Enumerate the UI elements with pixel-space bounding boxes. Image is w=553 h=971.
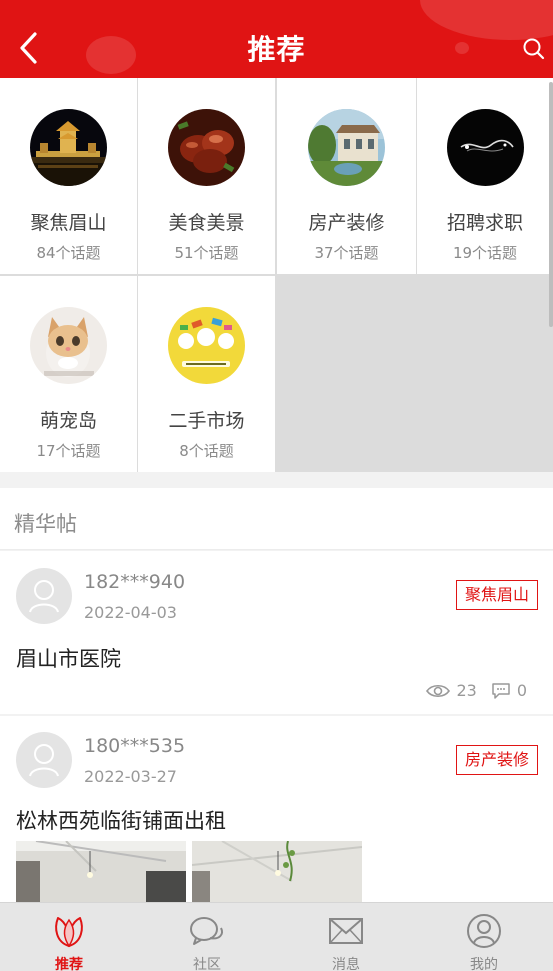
tab-label: 社区 bbox=[193, 957, 221, 971]
tab-community[interactable]: 社区 bbox=[138, 903, 276, 971]
tab-label: 消息 bbox=[332, 957, 360, 971]
search-icon bbox=[523, 38, 545, 60]
avatar bbox=[16, 568, 72, 624]
leaf-icon bbox=[55, 917, 83, 948]
category-item-mengchong-dao[interactable]: 萌宠岛 17个话题 bbox=[0, 276, 137, 472]
category-item-jujiao-meishan[interactable]: 聚焦眉山 84个话题 bbox=[0, 78, 137, 274]
post-card[interactable]: 182***940 2022-04-03 聚焦眉山 眉山市医院 23 0 bbox=[0, 551, 553, 714]
category-name: 萌宠岛 bbox=[39, 410, 97, 432]
top-bar: 推荐 bbox=[0, 0, 553, 78]
scrollbar[interactable] bbox=[549, 82, 553, 327]
envelope-icon bbox=[329, 918, 363, 944]
category-grid: 聚焦眉山 84个话题 美食美景 51个话题 房产装修 37个话题 招聘求职 19… bbox=[0, 78, 553, 472]
chat-bubbles-icon bbox=[190, 917, 223, 945]
post-title[interactable]: 松林西苑临街铺面出租 bbox=[16, 805, 226, 835]
braised-pork-photo bbox=[168, 109, 245, 186]
category-name: 美食美景 bbox=[168, 212, 245, 234]
category-name: 二手市场 bbox=[168, 410, 245, 432]
comment-icon bbox=[492, 682, 510, 699]
dark-abstract-photo bbox=[447, 109, 524, 186]
cartoon-market-illustration bbox=[168, 307, 245, 384]
search-button[interactable] bbox=[521, 36, 547, 62]
eye-icon bbox=[426, 684, 451, 697]
category-count: 37个话题 bbox=[314, 244, 379, 262]
post-username[interactable]: 182***940 bbox=[84, 571, 185, 593]
category-item-zhaopin-qiuzhi[interactable]: 招聘求职 19个话题 bbox=[417, 78, 553, 274]
tab-label: 推荐 bbox=[55, 957, 83, 971]
category-count: 84个话题 bbox=[36, 244, 101, 262]
post-category-tag[interactable]: 房产装修 bbox=[455, 745, 538, 775]
post-image[interactable] bbox=[16, 841, 186, 902]
avatar bbox=[16, 732, 72, 788]
category-item-meishi-meijing[interactable]: 美食美景 51个话题 bbox=[138, 78, 275, 274]
post-title[interactable]: 眉山市医院 bbox=[16, 643, 121, 673]
bottom-tab-bar: 推荐 社区 消息 我的 bbox=[0, 902, 553, 971]
category-item-ershou-shichang[interactable]: 二手市场 8个话题 bbox=[138, 276, 275, 472]
night-tower-photo bbox=[30, 109, 107, 186]
tab-mine[interactable]: 我的 bbox=[415, 903, 553, 971]
category-name: 招聘求职 bbox=[446, 212, 523, 234]
kitten-photo bbox=[30, 307, 107, 384]
category-count: 17个话题 bbox=[36, 442, 101, 460]
post-date: 2022-04-03 bbox=[84, 603, 177, 622]
post-date: 2022-03-27 bbox=[84, 767, 177, 786]
post-card[interactable]: 180***535 2022-03-27 房产装修 松林西苑临街铺面出租 bbox=[0, 716, 553, 902]
view-count: 23 bbox=[456, 681, 477, 700]
category-name: 房产装修 bbox=[308, 212, 385, 234]
category-count: 19个话题 bbox=[452, 244, 518, 262]
featured-section-header: 精华帖 bbox=[0, 488, 553, 550]
default-user-icon bbox=[29, 744, 59, 777]
category-item-fangchan-zhuangxiu[interactable]: 房产装修 37个话题 bbox=[277, 78, 416, 274]
post-category-tag[interactable]: 聚焦眉山 bbox=[455, 580, 538, 610]
section-title: 精华帖 bbox=[14, 512, 77, 536]
category-name: 聚焦眉山 bbox=[30, 212, 107, 234]
villa-photo bbox=[308, 109, 385, 186]
page-title: 推荐 bbox=[247, 33, 306, 66]
post-stats: 23 0 bbox=[426, 681, 527, 700]
category-count: 8个话题 bbox=[179, 442, 234, 460]
default-user-icon bbox=[29, 580, 59, 613]
post-image[interactable] bbox=[192, 841, 362, 902]
tab-messages[interactable]: 消息 bbox=[277, 903, 415, 971]
category-count: 51个话题 bbox=[174, 244, 239, 262]
post-username[interactable]: 180***535 bbox=[84, 735, 185, 757]
tab-label: 我的 bbox=[470, 957, 498, 971]
comment-count: 0 bbox=[516, 681, 527, 700]
user-icon bbox=[467, 914, 501, 948]
tab-recommend[interactable]: 推荐 bbox=[0, 903, 138, 971]
